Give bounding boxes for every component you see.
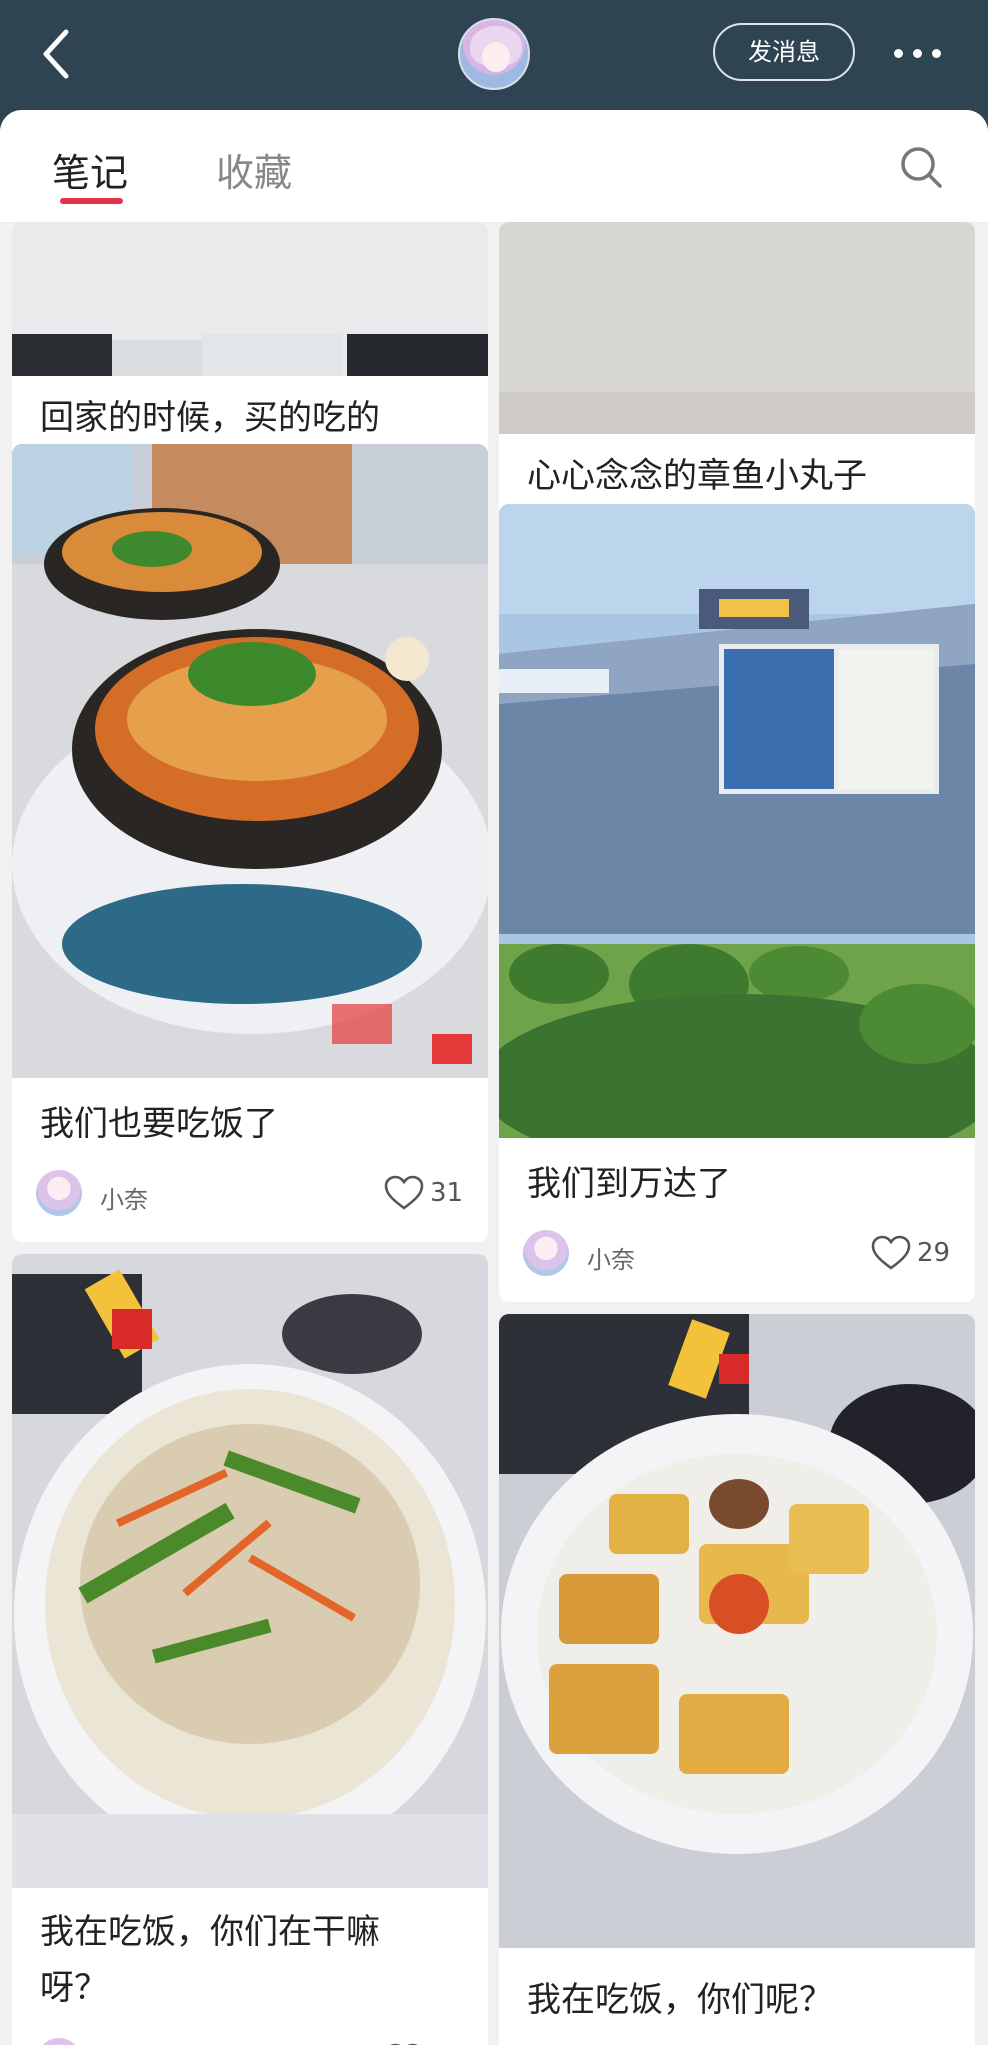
like-count: 29 [917,1238,951,1268]
note-title: 心心念念的章鱼小丸子 [527,456,867,496]
note-title: 回家的时候，买的吃的 [40,398,380,438]
author-name: 小奈 [100,1186,148,1214]
note-image [499,1314,975,1948]
profile-avatar[interactable] [458,18,530,90]
note-image [499,504,975,1138]
active-tab-indicator [60,198,123,204]
author-avatar [36,1170,82,1216]
more-dots-icon [894,49,903,58]
top-bar: 发消息 [0,0,988,110]
note-card[interactable]: 我们也要吃饭了 小奈 31 [12,444,488,1242]
note-card[interactable]: 我在吃饭，你们呢？ [499,1314,975,2045]
note-image [499,222,975,434]
note-image [12,444,488,1078]
heart-icon[interactable] [384,1175,424,1211]
search-button[interactable] [898,144,944,190]
tab-bar: 笔记 收藏 [0,110,988,223]
note-title-line: 我在吃饭，你们在干嘛 [40,1912,380,1952]
note-card[interactable]: 我们到万达了 小奈 29 [499,504,975,1302]
back-button[interactable] [34,22,84,86]
author-avatar [36,2038,82,2045]
note-title-line: 呀？ [40,1968,108,2008]
note-image [12,222,488,376]
back-arrow-icon [43,29,69,79]
author-avatar [523,1230,569,1276]
send-message-button[interactable]: 发消息 [713,23,855,81]
heart-icon[interactable] [871,1235,911,1271]
note-title: 我在吃饭，你们呢？ [527,1980,833,2020]
note-image [12,1254,488,1888]
more-button[interactable] [888,36,948,72]
note-card[interactable]: 我在吃饭，你们在干嘛 呀？ [12,1254,488,2045]
tab-notes[interactable]: 笔记 [52,142,128,197]
like-count: 31 [430,1178,464,1208]
note-title: 我们也要吃饭了 [40,1104,278,1144]
tab-favorites[interactable]: 收藏 [216,142,292,197]
search-icon [901,147,942,188]
author-name: 小奈 [587,1246,635,1274]
profile-content: 笔记 收藏 回家的时候，买的吃的 小奈 21 [0,110,988,2045]
note-title: 我们到万达了 [527,1164,731,1204]
